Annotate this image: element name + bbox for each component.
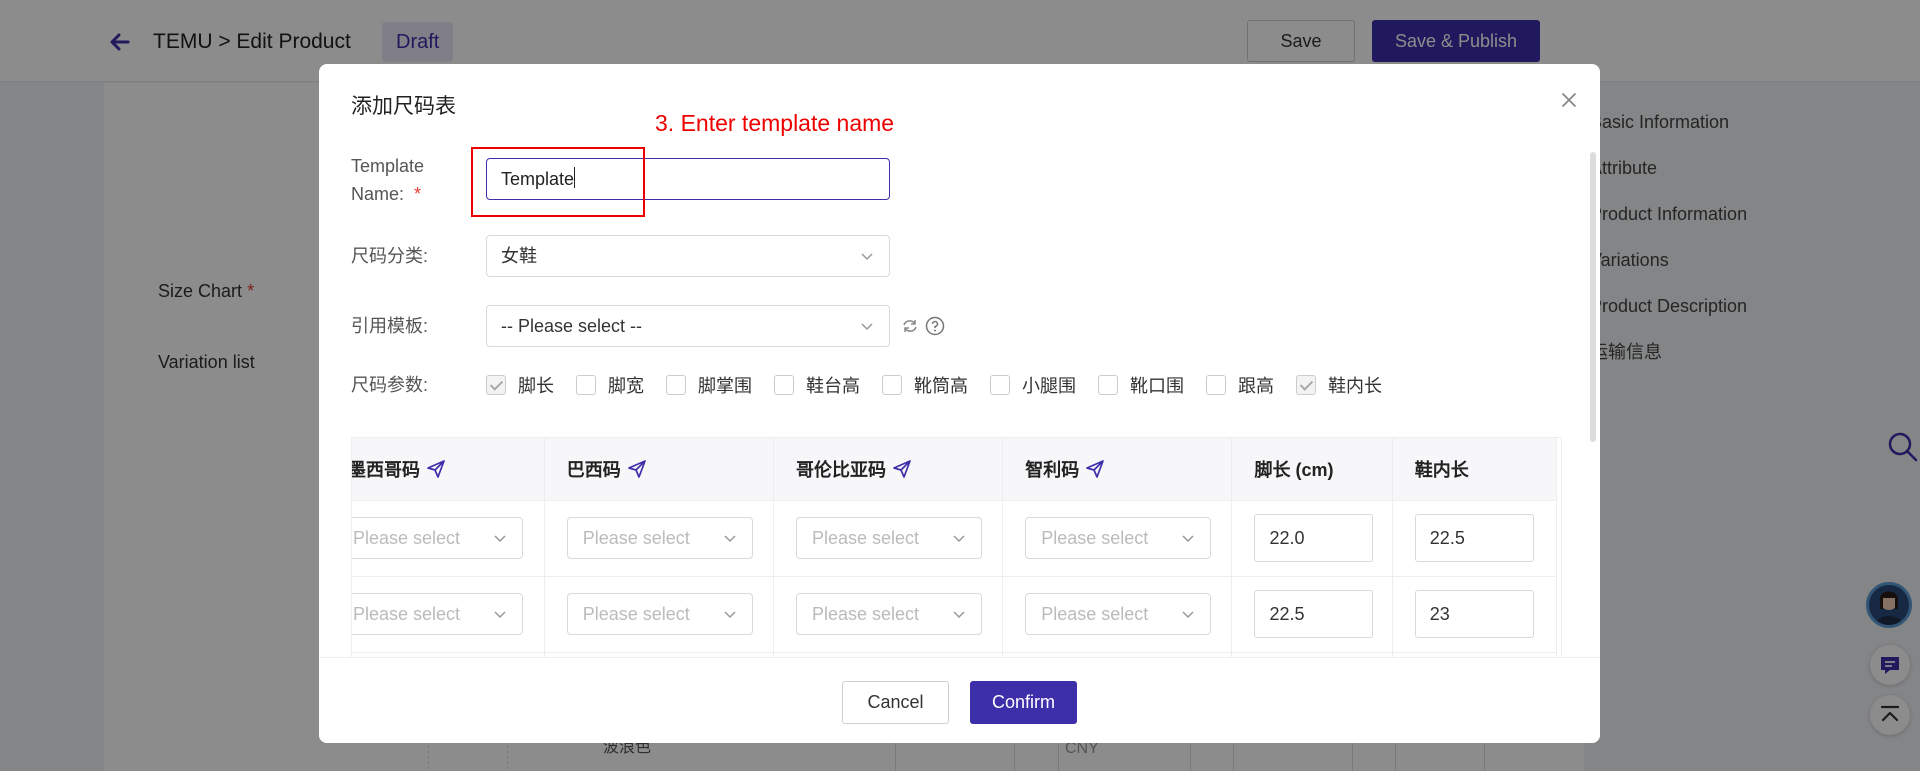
chevron-down-icon <box>1182 535 1194 543</box>
chile-size-select[interactable]: Please select <box>1025 593 1212 635</box>
header-colombia-size: 哥伦比亚码 <box>773 438 1004 501</box>
header-foot-length: 脚长 (cm) <box>1231 438 1393 501</box>
confirm-button[interactable]: Confirm <box>970 681 1077 724</box>
close-icon[interactable] <box>1557 88 1581 112</box>
modal-title: 添加尺码表 <box>351 95 456 118</box>
cancel-button[interactable]: Cancel <box>842 681 949 724</box>
brazil-size-select[interactable]: Please select <box>566 517 753 559</box>
send-icon[interactable] <box>892 459 912 479</box>
table-row: Please select Please select Please selec… <box>352 576 1558 653</box>
chevron-down-icon <box>861 253 873 261</box>
modal-scrollbar[interactable] <box>1590 152 1596 442</box>
size-category-select[interactable]: 女鞋 <box>486 235 890 277</box>
header-inner-length: 鞋内长 <box>1392 438 1558 501</box>
mexico-size-select[interactable]: Please select <box>352 517 523 559</box>
send-icon[interactable] <box>1085 459 1105 479</box>
checkbox[interactable] <box>486 375 506 395</box>
chevron-down-icon <box>1182 611 1194 619</box>
chevron-down-icon <box>724 535 736 543</box>
add-size-chart-modal: 添加尺码表 3. Enter template name Template Na… <box>319 64 1600 743</box>
chevron-down-icon <box>953 611 965 619</box>
param-platform-height[interactable]: 鞋台高 <box>774 372 860 398</box>
help-icon[interactable] <box>925 316 945 336</box>
param-ball-girth[interactable]: 脚掌围 <box>666 372 752 398</box>
inner-length-input[interactable]: 23 <box>1414 590 1534 638</box>
checkbox[interactable] <box>1098 375 1118 395</box>
table-header-row: 墨西哥码 巴西码 哥伦比亚码 智利码 脚长 (cm) 鞋内长 <box>352 438 1558 501</box>
mexico-size-select[interactable]: Please select <box>352 593 523 635</box>
tutorial-annotation: 3. Enter template name <box>655 110 895 136</box>
header-chile-size: 智利码 <box>1002 438 1233 501</box>
checkbox[interactable] <box>1206 375 1226 395</box>
checkbox[interactable] <box>774 375 794 395</box>
brazil-size-select[interactable]: Please select <box>566 593 753 635</box>
chile-size-select[interactable]: Please select <box>1025 517 1212 559</box>
template-name-label: Template Name: * <box>351 156 425 204</box>
colombia-size-select[interactable]: Please select <box>795 593 982 635</box>
checkbox[interactable] <box>990 375 1010 395</box>
reference-template-label: 引用模板: <box>351 316 429 336</box>
foot-length-input[interactable]: 22.0 <box>1254 514 1374 562</box>
send-icon[interactable] <box>627 459 647 479</box>
header-brazil-size: 巴西码 <box>544 438 774 501</box>
param-heel-height[interactable]: 跟高 <box>1206 372 1274 398</box>
param-calf-circumference[interactable]: 小腿围 <box>990 372 1076 398</box>
chevron-down-icon <box>494 535 506 543</box>
foot-length-input[interactable]: 22.5 <box>1254 590 1374 638</box>
chevron-down-icon <box>953 535 965 543</box>
checkbox[interactable] <box>576 375 596 395</box>
param-boot-opening[interactable]: 靴口围 <box>1098 372 1184 398</box>
size-params-label: 尺码参数: <box>351 375 429 395</box>
annotation-highlight-box <box>471 147 645 217</box>
chevron-down-icon <box>861 323 873 331</box>
chevron-down-icon <box>724 611 736 619</box>
param-foot-width[interactable]: 脚宽 <box>576 372 644 398</box>
colombia-size-select[interactable]: Please select <box>795 517 982 559</box>
table-row: Please select Please select Please selec… <box>352 500 1558 577</box>
modal-footer: Cancel Confirm <box>319 657 1600 743</box>
refresh-icon[interactable] <box>900 316 920 336</box>
chevron-down-icon <box>494 611 506 619</box>
checkbox[interactable] <box>1296 375 1316 395</box>
param-shaft-height[interactable]: 靴筒高 <box>882 372 968 398</box>
header-mexico-size: 墨西哥码 <box>352 438 545 501</box>
send-icon[interactable] <box>426 459 446 479</box>
inner-length-input[interactable]: 22.5 <box>1414 514 1534 562</box>
param-foot-length[interactable]: 脚长 <box>486 372 554 398</box>
reference-template-select[interactable]: -- Please select -- <box>486 305 890 347</box>
checkbox[interactable] <box>882 375 902 395</box>
size-params-group: 脚长 脚宽 脚掌围 鞋台高 靴筒高 小腿围 靴口围 跟高 鞋内长 <box>486 371 1404 399</box>
param-inner-length[interactable]: 鞋内长 <box>1296 372 1382 398</box>
size-category-label: 尺码分类: <box>351 246 429 266</box>
checkbox[interactable] <box>666 375 686 395</box>
